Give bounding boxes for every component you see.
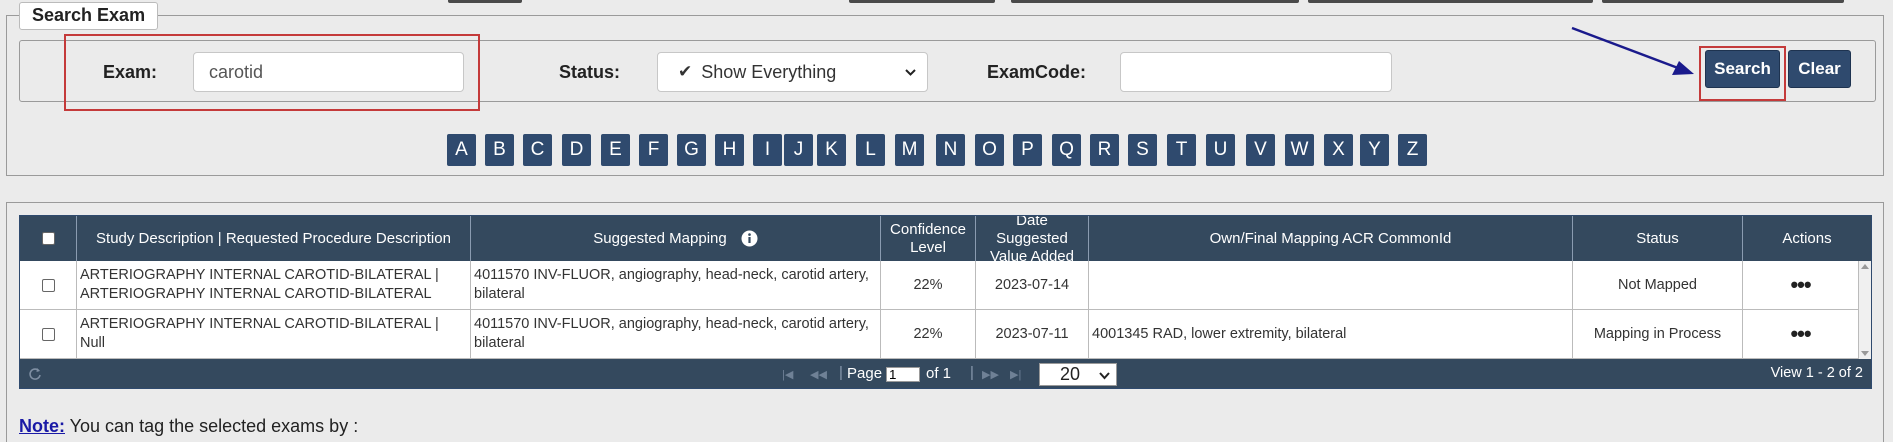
toolbar-stub xyxy=(1011,0,1299,3)
own-mapping-cell[interactable] xyxy=(1089,261,1573,310)
header-status[interactable]: Status xyxy=(1573,216,1743,261)
pager-separator: | xyxy=(970,364,974,381)
study-description-cell: ARTERIOGRAPHY INTERNAL CAROTID-BILATERAL… xyxy=(77,261,471,310)
letter-filter-d[interactable]: D xyxy=(562,134,591,166)
scroll-down-icon[interactable] xyxy=(1861,351,1869,357)
toolbar-stub xyxy=(1308,0,1593,3)
actions-cell: ••• xyxy=(1743,261,1859,310)
pager-separator: | xyxy=(839,364,843,381)
more-actions-icon[interactable]: ••• xyxy=(1790,274,1811,296)
scroll-up-icon[interactable] xyxy=(1861,263,1869,269)
letter-filter-o[interactable]: O xyxy=(975,134,1004,166)
note-text: You can tag the selected exams by : xyxy=(65,416,359,436)
study-description-cell: ARTERIOGRAPHY INTERNAL CAROTID-BILATERAL… xyxy=(77,310,471,359)
view-records-text: View 1 - 2 of 2 xyxy=(1770,365,1863,381)
note-label: Note: xyxy=(19,416,65,436)
letter-filter-t[interactable]: T xyxy=(1167,134,1196,166)
page-label: Page xyxy=(847,365,883,382)
toolbar-stub xyxy=(849,0,995,3)
letter-filter-n[interactable]: N xyxy=(936,134,965,166)
annotation-arrow-icon xyxy=(1571,26,1694,75)
letter-filter-z[interactable]: Z xyxy=(1398,134,1427,166)
examcode-input[interactable] xyxy=(1120,52,1392,92)
row-checkbox-cell[interactable] xyxy=(20,310,77,359)
first-page-icon[interactable]: |◀ xyxy=(782,368,793,381)
chevron-down-icon xyxy=(905,69,916,76)
status-cell: Mapping in Process xyxy=(1573,310,1743,359)
letter-filter-b[interactable]: B xyxy=(485,134,514,166)
last-page-icon[interactable]: ▶| xyxy=(1010,368,1021,381)
letter-filter-r[interactable]: R xyxy=(1090,134,1119,166)
header-study-description[interactable]: Study Description | Requested Procedure … xyxy=(77,216,471,261)
refresh-icon[interactable] xyxy=(28,367,42,381)
row-checkbox-cell[interactable] xyxy=(20,261,77,310)
letter-filter-x[interactable]: X xyxy=(1324,134,1353,166)
info-icon[interactable] xyxy=(741,230,758,247)
header-date-suggested[interactable]: Date Suggested Value Added xyxy=(976,216,1089,265)
letter-filter-j[interactable]: J xyxy=(784,134,813,166)
confidence-cell: 22% xyxy=(881,310,976,359)
page-number-input[interactable] xyxy=(886,367,920,382)
search-button[interactable]: Search xyxy=(1705,50,1780,88)
letter-filter-h[interactable]: H xyxy=(715,134,744,166)
status-cell: Not Mapped xyxy=(1573,261,1743,310)
own-mapping-cell[interactable]: 4001345 RAD, lower extremity, bilateral xyxy=(1089,310,1573,359)
exam-highlight-box xyxy=(64,34,480,111)
suggested-mapping-cell: 4011570 INV-FLUOR, angiography, head-nec… xyxy=(471,310,881,359)
letter-filter-l[interactable]: L xyxy=(856,134,885,166)
search-exam-legend: Search Exam xyxy=(19,2,159,30)
letter-filter-f[interactable]: F xyxy=(639,134,668,166)
letter-filter-i[interactable]: I xyxy=(753,134,782,166)
date-cell: 2023-07-14 xyxy=(976,261,1089,310)
toolbar-stub xyxy=(448,0,522,3)
checkmark-icon: ✔ xyxy=(678,62,693,81)
prev-page-icon[interactable]: ◀◀ xyxy=(810,368,827,381)
letter-filter-q[interactable]: Q xyxy=(1052,134,1081,166)
header-suggested-mapping-label: Suggested Mapping xyxy=(593,229,727,247)
page-size-select[interactable]: 20 xyxy=(1039,363,1117,386)
date-cell: 2023-07-11 xyxy=(976,310,1089,359)
letter-filter-m[interactable]: M xyxy=(895,134,924,166)
toolbar-stub xyxy=(1602,0,1844,3)
next-page-icon[interactable]: ▶▶ xyxy=(982,368,999,381)
letter-filter-a[interactable]: A xyxy=(447,134,476,166)
grid-scrollbar[interactable] xyxy=(1859,261,1871,359)
header-select-all[interactable] xyxy=(20,216,77,261)
header-suggested-mapping[interactable]: Suggested Mapping xyxy=(471,216,881,261)
letter-filter-e[interactable]: E xyxy=(601,134,630,166)
status-select-value: Show Everything xyxy=(701,61,837,82)
page-size-value: 20 xyxy=(1060,364,1081,384)
exam-grid: Study Description | Requested Procedure … xyxy=(19,215,1872,389)
letter-filter-u[interactable]: U xyxy=(1206,134,1235,166)
clear-button[interactable]: Clear xyxy=(1788,50,1851,88)
examcode-label: ExamCode: xyxy=(987,62,1087,82)
grid-pager: |◀ ◀◀ | Page of 1 | ▶▶ ▶| 20 View 1 - 2 … xyxy=(20,359,1871,388)
tagging-note: Note: You can tag the selected exams by … xyxy=(19,416,358,437)
letter-filter-w[interactable]: W xyxy=(1285,134,1314,166)
header-actions[interactable]: Actions xyxy=(1743,216,1871,261)
letter-filter-g[interactable]: G xyxy=(677,134,706,166)
letter-filter-c[interactable]: C xyxy=(523,134,552,166)
header-confidence-level[interactable]: Confidence Level xyxy=(881,216,976,261)
letter-filter-s[interactable]: S xyxy=(1128,134,1157,166)
letter-filter-k[interactable]: K xyxy=(817,134,846,166)
letter-filter-p[interactable]: P xyxy=(1013,134,1042,166)
select-all-checkbox[interactable] xyxy=(41,232,55,245)
letter-filter-y[interactable]: Y xyxy=(1360,134,1389,166)
header-own-final-mapping[interactable]: Own/Final Mapping ACR CommonId xyxy=(1089,216,1573,261)
letter-filter-v[interactable]: V xyxy=(1246,134,1275,166)
actions-cell: ••• xyxy=(1743,310,1859,359)
row-checkbox[interactable] xyxy=(41,278,55,292)
confidence-cell: 22% xyxy=(881,261,976,310)
status-label: Status: xyxy=(559,62,621,82)
suggested-mapping-cell: 4011570 INV-FLUOR, angiography, head-nec… xyxy=(471,261,881,310)
page-of-label: of 1 xyxy=(926,365,952,382)
more-actions-icon[interactable]: ••• xyxy=(1790,323,1811,345)
chevron-down-icon xyxy=(1099,372,1110,380)
status-select[interactable]: ✔ Show Everything xyxy=(657,52,928,92)
row-checkbox[interactable] xyxy=(41,327,55,341)
